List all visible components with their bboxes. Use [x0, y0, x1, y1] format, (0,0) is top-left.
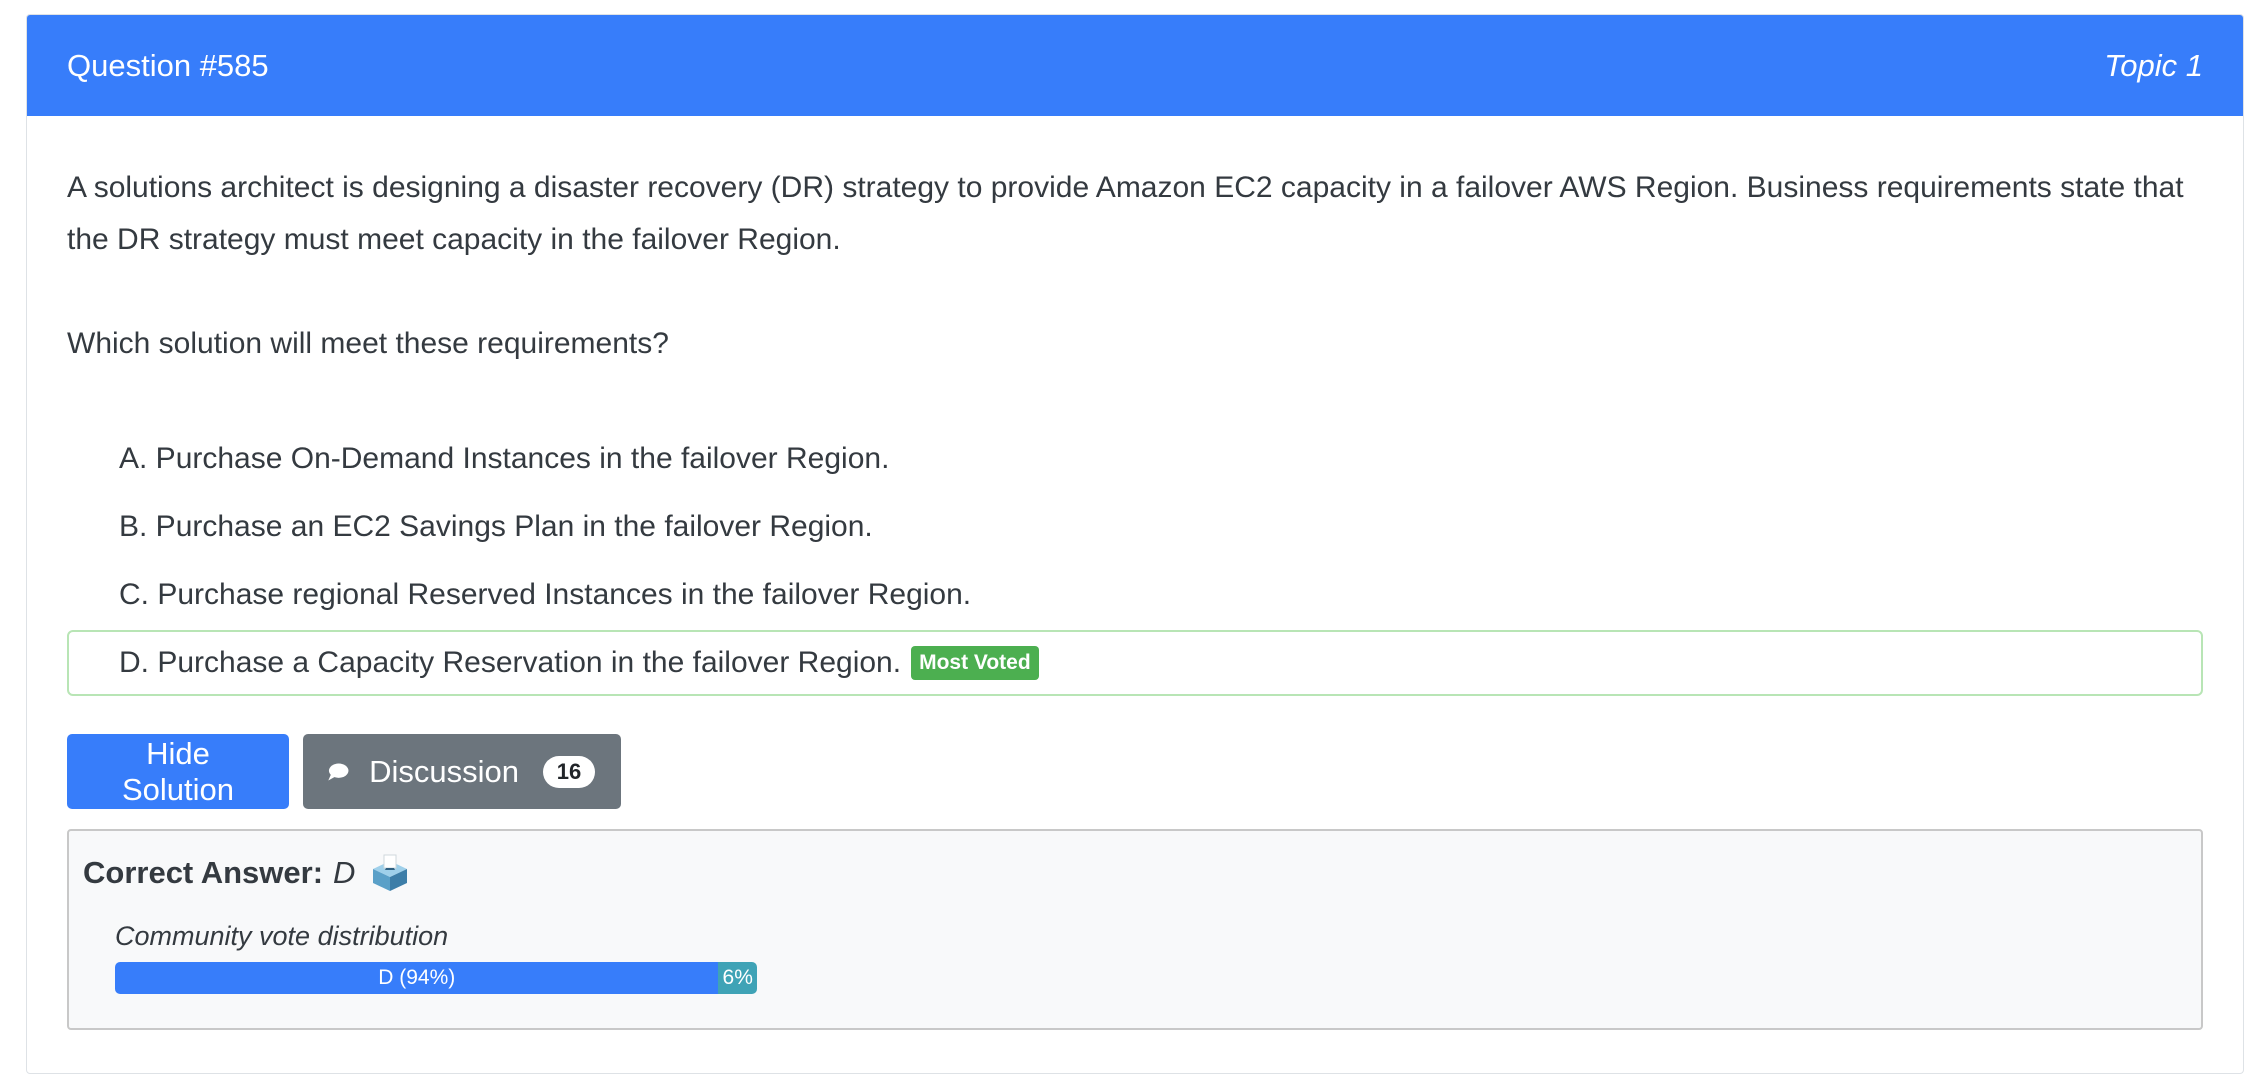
choice-text: D. Purchase a Capacity Reservation in th… — [119, 646, 902, 679]
discussion-count-badge: 16 — [543, 755, 595, 788]
choice-c[interactable]: C. Purchase regional Reserved Instances … — [67, 562, 2203, 628]
question-card: Question #585 Topic 1 A solutions archit… — [26, 14, 2244, 1074]
choice-text: B. Purchase an EC2 Savings Plan in the f… — [119, 510, 873, 543]
discussion-button[interactable]: Discussion 16 — [303, 734, 621, 809]
correct-answer-value: D — [333, 855, 356, 890]
vote-segment-other: 6% — [718, 962, 757, 994]
vote-distribution-bar: D (94%) 6% — [115, 962, 757, 994]
choice-text: C. Purchase regional Reserved Instances … — [119, 578, 972, 611]
most-voted-badge: Most Voted — [911, 646, 1039, 680]
choice-a[interactable]: A. Purchase On-Demand Instances in the f… — [67, 426, 2203, 492]
choice-d[interactable]: D. Purchase a Capacity Reservation in th… — [67, 630, 2203, 696]
answer-box: Correct Answer: D Community vote distrib… — [67, 829, 2203, 1030]
correct-answer-label: Correct Answer: — [83, 855, 324, 890]
vote-segment-label: 6% — [722, 966, 753, 989]
correct-answer-line: Correct Answer: D — [83, 853, 2187, 893]
hide-solution-label: Hide Solution — [121, 735, 235, 807]
card-header: Question #585 Topic 1 — [27, 15, 2243, 116]
question-text: A solutions architect is designing a dis… — [67, 171, 2184, 256]
vote-segment-label: D (94%) — [378, 966, 456, 989]
action-buttons: Hide Solution Discussion 16 — [67, 734, 2203, 809]
discussion-label: Discussion — [369, 753, 519, 789]
ballot-box-icon — [373, 854, 408, 891]
question-ask: Which solution will meet these requireme… — [67, 327, 669, 360]
question-number: Question #585 — [67, 47, 269, 83]
vote-distribution-title: Community vote distribution — [115, 921, 449, 951]
topic-label: Topic 1 — [2104, 47, 2203, 83]
choice-b[interactable]: B. Purchase an EC2 Savings Plan in the f… — [67, 494, 2203, 560]
card-body: A solutions architect is designing a dis… — [27, 162, 2243, 1030]
choice-text: A. Purchase On-Demand Instances in the f… — [119, 442, 890, 475]
vote-segment-d: D (94%) — [115, 962, 719, 994]
choice-list: A. Purchase On-Demand Instances in the f… — [67, 426, 2203, 696]
hide-solution-button[interactable]: Hide Solution — [67, 734, 289, 809]
chat-bubble-icon — [328, 763, 349, 780]
